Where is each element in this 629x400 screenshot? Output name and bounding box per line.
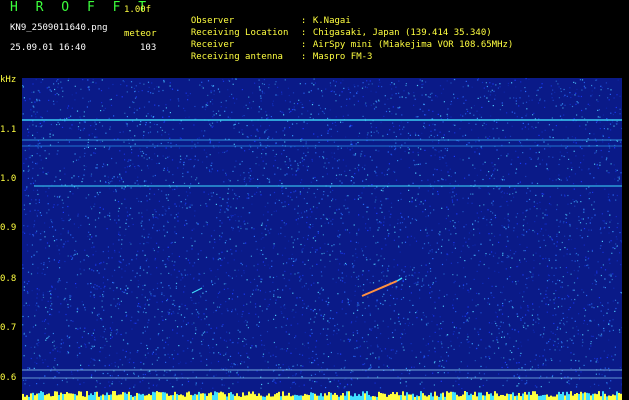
y-tick-label: 0.6 bbox=[0, 373, 17, 383]
version-label: 1.00f bbox=[124, 5, 152, 15]
spectrogram-svg bbox=[22, 78, 622, 400]
datetime-label: 25.09.01 16:40 bbox=[10, 43, 86, 53]
info-value: Maspro FM-3 bbox=[312, 52, 373, 62]
meteor-echo bbox=[396, 277, 403, 282]
meteor-echo bbox=[361, 280, 398, 297]
info-colon: : bbox=[300, 52, 307, 62]
y-tick-label: 0.7 bbox=[0, 323, 17, 333]
y-tick-label: 0.8 bbox=[0, 274, 17, 284]
y-axis-unit: kHz bbox=[0, 75, 17, 85]
meteor-label: meteor bbox=[124, 29, 157, 39]
y-tick-label: 1.1 bbox=[0, 125, 17, 135]
spectrogram-plot bbox=[22, 78, 622, 400]
filename-label: KN9_2509011640.png bbox=[10, 23, 108, 33]
y-tick-label: 1.0 bbox=[0, 174, 17, 184]
info-key: Receiving antenna bbox=[190, 52, 283, 62]
y-tick-label: 0.9 bbox=[0, 223, 17, 233]
meteor-count: 103 bbox=[140, 43, 157, 53]
noise-speckles bbox=[22, 78, 622, 400]
meteor-echo bbox=[191, 287, 203, 294]
info-row-antenna: Receiving antenna: Maspro FM-3 bbox=[180, 39, 373, 63]
